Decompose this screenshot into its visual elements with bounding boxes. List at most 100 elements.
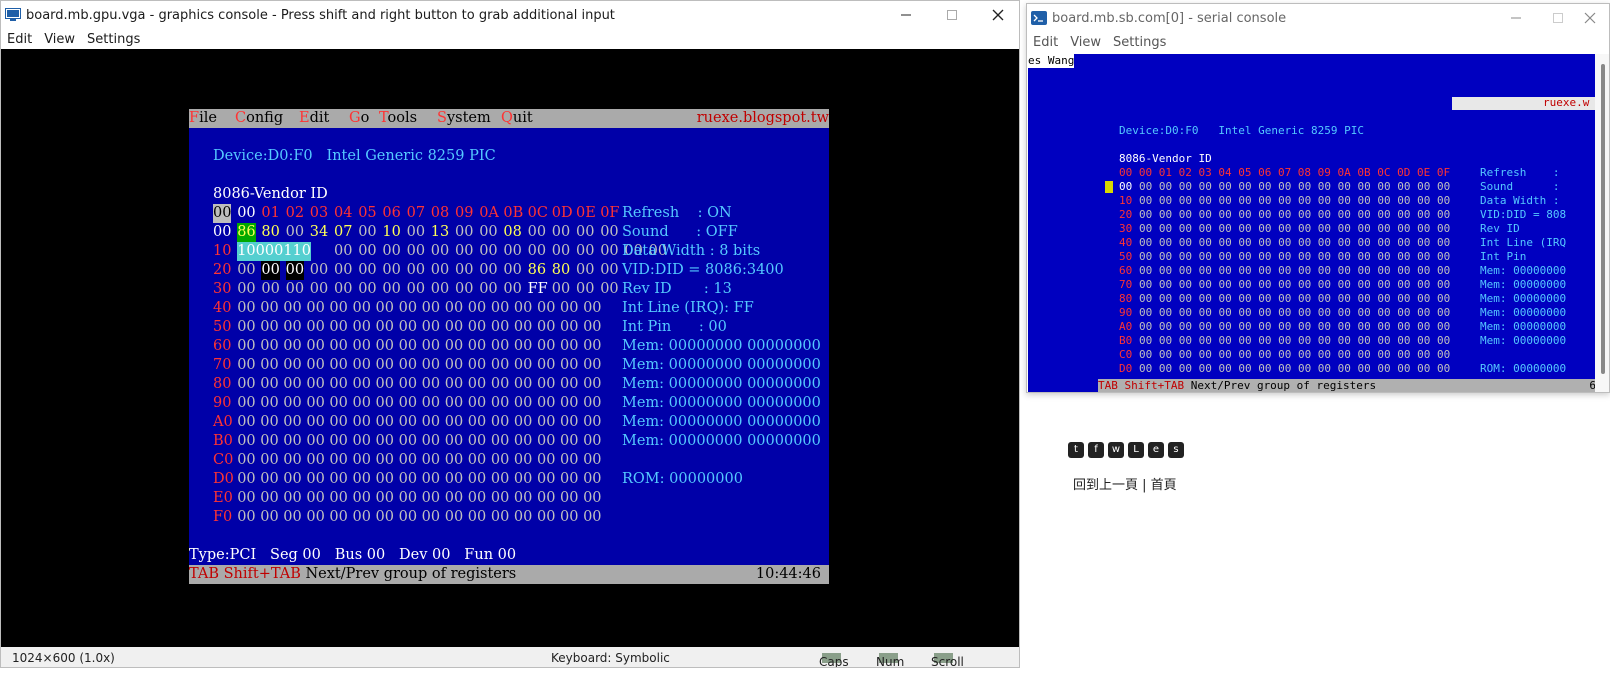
ser-vendor: 8086-Vendor ID <box>1119 152 1212 165</box>
hex-cell: 00 <box>551 224 571 240</box>
row-label: 40 <box>213 300 232 316</box>
hex-cell: 00 <box>479 281 498 297</box>
ser-hex-values: 00 00 00 00 00 00 00 00 00 00 00 00 00 0… <box>1139 236 1451 249</box>
ser-row-label: 60 <box>1119 264 1133 277</box>
row-label: 60 <box>213 338 232 354</box>
hex-cell: 00 <box>600 243 619 259</box>
hex-cell: 00 <box>358 224 377 240</box>
hex-cell: 00 <box>406 224 426 240</box>
skype-icon[interactable]: s <box>1168 442 1184 458</box>
hex-cell: 10 <box>382 224 401 240</box>
ru-menu-config[interactable]: Config <box>235 109 283 128</box>
hex-cell: 00 <box>455 224 474 240</box>
hex-cell: 00 <box>237 262 256 278</box>
status-keyboard: Keyboard: Symbolic <box>551 651 670 665</box>
column-header: 02 <box>285 205 305 221</box>
row-label: 20 <box>213 262 232 278</box>
ser-row-label: A0 <box>1119 320 1133 333</box>
ser-info-line: Int Line (IRQ <box>1480 236 1567 249</box>
facebook-icon[interactable]: f <box>1088 442 1104 458</box>
ser-minimize-button[interactable] <box>1493 4 1539 32</box>
hex-cell: 00 <box>382 281 401 297</box>
info-line: Mem: 00000000 00000000 <box>622 414 821 430</box>
ser-row-label: 20 <box>1119 208 1133 221</box>
hex-cell: 80 <box>261 224 280 240</box>
vendor-line: 8086-Vendor ID <box>213 186 328 202</box>
ru-console[interactable]: File Config Edit Go Tools System Quit ru… <box>189 109 829 584</box>
ser-hex-values: 00 00 00 00 00 00 00 00 00 00 00 00 00 0… <box>1139 334 1451 347</box>
hex-cell: 00 <box>479 262 498 278</box>
ru-menu-go[interactable]: Go <box>349 109 369 128</box>
hex-cell: 00 <box>358 281 377 297</box>
ru-menu-tools[interactable]: Tools <box>379 109 417 128</box>
ru-menu-edit[interactable]: Edit <box>299 109 329 128</box>
column-header: 0E <box>576 205 596 221</box>
ser-scroll-thumb[interactable] <box>1601 64 1605 374</box>
ser-menu-edit[interactable]: Edit <box>1027 35 1064 50</box>
hex-cell: 00 <box>455 243 474 259</box>
column-header: 05 <box>358 205 377 221</box>
ser-menu-view[interactable]: View <box>1064 35 1107 50</box>
ser-hex-values: 00 00 00 00 00 00 00 00 00 00 00 00 00 0… <box>1139 222 1451 235</box>
ser-device: Device:D0:F0 Intel Generic 8259 PIC <box>1119 124 1365 137</box>
back-link[interactable]: 回到上一頁 <box>1073 478 1138 493</box>
whatsapp-icon[interactable]: w <box>1108 442 1124 458</box>
type-line: Type:PCI Seg 00 Bus 00 Dev 00 Fun 00 <box>189 547 517 563</box>
row-label: E0 <box>213 490 233 506</box>
hex-cell: 00 <box>358 243 377 259</box>
ser-hex-values: 00 00 00 00 00 00 00 00 00 00 00 00 00 0… <box>1139 362 1451 375</box>
ser-menu-settings[interactable]: Settings <box>1107 35 1172 50</box>
hex-cell: 86 <box>237 223 256 242</box>
close-icon <box>992 9 1004 21</box>
ser-row-label: 50 <box>1119 250 1133 263</box>
hex-cell: 00 <box>334 262 353 278</box>
hex-cell: 00 <box>455 281 474 297</box>
gfx-titlebar[interactable]: board.mb.gpu.vga - graphics console - Pr… <box>1 1 1019 29</box>
hex-cell: 00 <box>576 243 595 259</box>
info-line: Refresh : ON <box>622 205 732 221</box>
hex-cell: 00 <box>285 281 305 297</box>
hex-cell: 00 <box>261 261 280 280</box>
home-link[interactable]: 首頁 <box>1151 478 1177 493</box>
nav-separator: | <box>1138 478 1151 493</box>
ser-info-line: Mem: 00000000 <box>1480 278 1567 291</box>
twitter-icon[interactable]: t <box>1068 442 1084 458</box>
hex-cell: 00 <box>600 262 619 278</box>
minimize-button[interactable] <box>883 1 929 29</box>
maximize-icon <box>1553 13 1563 23</box>
column-header: 01 <box>261 205 280 221</box>
maximize-button[interactable] <box>929 1 975 29</box>
ser-info-line: Int Pin <box>1480 250 1527 263</box>
line-icon[interactable]: L <box>1128 442 1144 458</box>
gfx-window-title: board.mb.gpu.vga - graphics console - Pr… <box>26 7 615 23</box>
ser-row-label: D0 <box>1119 362 1133 375</box>
row-label: 80 <box>213 376 232 392</box>
ru-menu-file[interactable]: File <box>189 109 217 128</box>
menu-edit[interactable]: Edit <box>1 32 38 47</box>
ser-close-button[interactable] <box>1567 4 1609 32</box>
ser-info-line: Sound : <box>1480 180 1560 193</box>
bit-field-cell: 10000110 <box>237 242 311 261</box>
evernote-icon[interactable]: e <box>1148 442 1164 458</box>
column-header: 03 <box>309 205 329 221</box>
hex-cell: 00 <box>285 261 305 280</box>
ru-menu-system[interactable]: System <box>437 109 491 128</box>
close-button[interactable] <box>975 1 1019 29</box>
menu-settings[interactable]: Settings <box>81 32 146 47</box>
menu-view[interactable]: View <box>38 32 81 47</box>
ser-cursor <box>1105 181 1113 193</box>
info-line: Mem: 00000000 00000000 <box>622 376 821 392</box>
ser-hex-values: 00 00 00 00 00 00 00 00 00 00 00 00 00 0… <box>1139 292 1451 305</box>
hex-row-values: 00 00 00 00 00 00 00 00 00 00 00 00 00 0… <box>237 300 602 316</box>
ser-header: 00 00 01 02 03 04 05 06 07 08 09 0A 0B 0… <box>1119 166 1451 179</box>
serial-terminal[interactable]: es Wang ruexe.w Device:D0:F0 Intel Gener… <box>1028 54 1596 392</box>
ru-menu-quit[interactable]: Quit <box>501 109 533 128</box>
row-label: 30 <box>213 281 232 297</box>
hex-cell: 00 <box>334 243 353 259</box>
hex-cell: 08 <box>503 224 522 240</box>
row-label: F0 <box>213 509 233 525</box>
ser-titlebar[interactable]: board.mb.sb.com[0] - serial console <box>1027 4 1609 32</box>
hex-cell: 00 <box>479 224 498 240</box>
maximize-icon <box>947 10 957 20</box>
row-label: 00 <box>213 224 232 240</box>
